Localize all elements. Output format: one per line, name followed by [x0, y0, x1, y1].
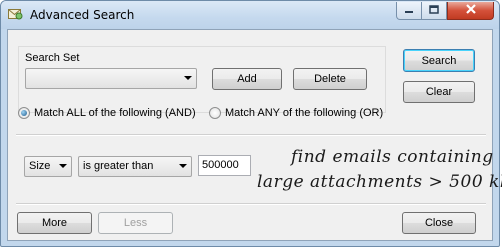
- more-button[interactable]: More: [17, 212, 92, 234]
- clear-button[interactable]: Clear: [403, 81, 475, 103]
- window-title: Advanced Search: [30, 8, 135, 22]
- add-search-set-button[interactable]: Add: [212, 68, 282, 90]
- chevron-down-icon: [184, 76, 192, 80]
- match-any-radio[interactable]: [209, 107, 221, 119]
- minimize-icon: [404, 5, 414, 17]
- criterion-operator-dropdown[interactable]: is greater than: [78, 156, 192, 177]
- maximize-button[interactable]: [421, 2, 447, 20]
- match-all-label[interactable]: Match ALL of the following (AND): [34, 107, 196, 119]
- title-bar[interactable]: Advanced Search: [1, 1, 499, 29]
- search-button[interactable]: Search: [403, 49, 475, 72]
- delete-search-set-button[interactable]: Delete: [293, 68, 367, 90]
- annotation-line-1: find emails containing: [291, 147, 494, 167]
- advanced-search-window: Advanced Search Search Set Add Delete Se…: [0, 0, 502, 247]
- criterion-field-value: Size: [29, 160, 51, 172]
- divider: [16, 134, 486, 136]
- match-all-radio[interactable]: [18, 107, 30, 119]
- annotation-line-2: large attachments > 500 kb: [257, 172, 502, 192]
- close-button[interactable]: Close: [402, 212, 476, 234]
- criterion-value-text: 500000: [202, 159, 239, 171]
- match-any-label[interactable]: Match ANY of the following (OR): [225, 107, 383, 119]
- search-set-dropdown[interactable]: [25, 68, 197, 89]
- criterion-value-input[interactable]: 500000: [198, 155, 251, 176]
- criterion-field-dropdown[interactable]: Size: [24, 156, 72, 177]
- close-window-button[interactable]: [447, 2, 494, 20]
- envelope-search-icon: [8, 7, 24, 21]
- chevron-down-icon: [179, 164, 187, 168]
- divider: [16, 203, 486, 205]
- search-set-label: Search Set: [25, 52, 80, 64]
- search-set-group: Search Set Add Delete: [18, 46, 386, 113]
- less-button: Less: [98, 212, 173, 234]
- criterion-operator-value: is greater than: [83, 160, 154, 172]
- chevron-down-icon: [59, 164, 67, 168]
- dialog-body: Search Set Add Delete Search Clear Match…: [7, 29, 502, 241]
- close-icon: [465, 4, 477, 17]
- maximize-icon: [429, 4, 439, 17]
- minimize-button[interactable]: [396, 2, 422, 20]
- radio-selected-indicator: [21, 110, 27, 116]
